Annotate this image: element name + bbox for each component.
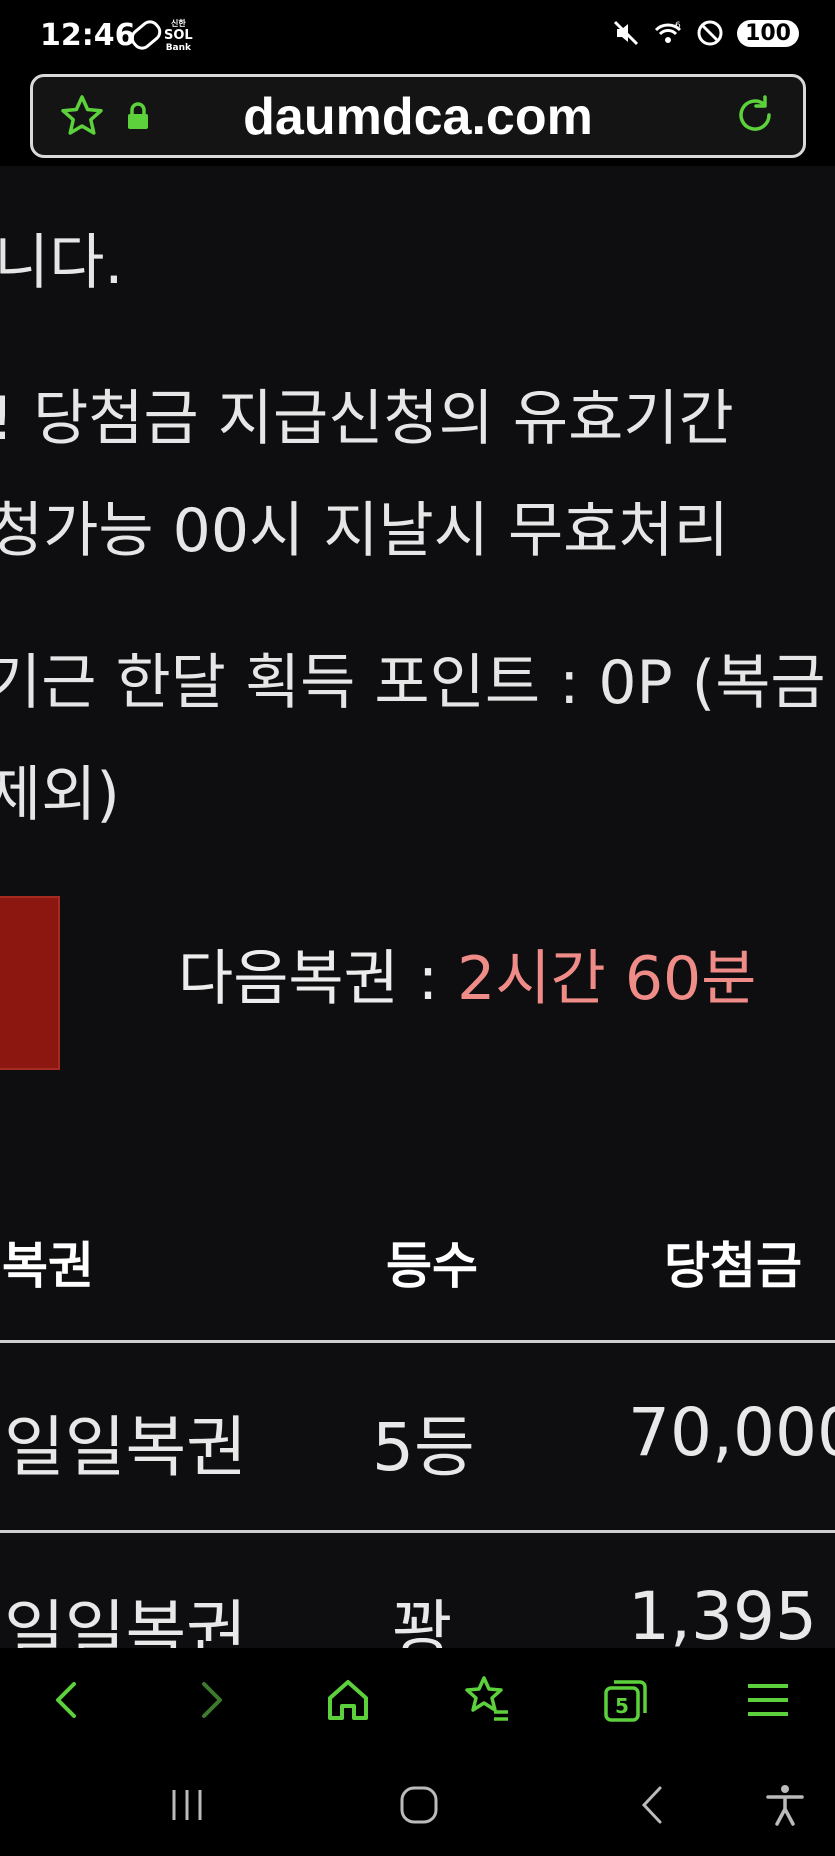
browser-address-bar: daumdca.com bbox=[0, 70, 835, 166]
next-lottery-label: 다음복권 : bbox=[178, 944, 458, 1014]
header-rank: 등수 bbox=[386, 1237, 478, 1295]
next-lottery: 다음복권 : 2시간 60분 bbox=[178, 930, 756, 1017]
notice-line-4: 기근 한달 획득 포인트 : 0P (복금 bbox=[0, 648, 826, 718]
accessibility-icon[interactable] bbox=[762, 1782, 808, 1828]
bookmarks-icon[interactable] bbox=[458, 1672, 514, 1728]
menu-icon[interactable] bbox=[740, 1672, 796, 1728]
back-icon[interactable] bbox=[40, 1672, 96, 1728]
row-lottery: 일일복권 bbox=[4, 1409, 247, 1486]
notice-line-3: 청가능 00시 지날시 무효처리 bbox=[0, 496, 729, 566]
status-time: 12:46 bbox=[40, 18, 136, 53]
row-prize: 1,395 P bbox=[628, 1578, 835, 1648]
row-rank: 5등 bbox=[372, 1409, 475, 1486]
row-rank: 꽝 bbox=[392, 1593, 453, 1648]
notice-line-2: ! 당첨금 지급신청의 유효기간 bbox=[0, 384, 734, 454]
mute-icon bbox=[614, 20, 639, 46]
status-bar: 12:46 신한 SOL Bank 6 100 bbox=[0, 0, 835, 70]
svg-text:5: 5 bbox=[615, 1694, 629, 1718]
notice-line-5: 제외) bbox=[0, 760, 120, 830]
wifi-icon: 6 bbox=[655, 21, 682, 43]
recent-apps-icon[interactable] bbox=[164, 1782, 210, 1828]
back-nav-icon[interactable] bbox=[630, 1782, 676, 1828]
svg-text:6: 6 bbox=[675, 21, 681, 31]
sol-bank-icon: 신한 SOL Bank bbox=[164, 19, 193, 53]
forward-icon[interactable] bbox=[182, 1672, 238, 1728]
tabs-icon[interactable]: 5 bbox=[598, 1672, 654, 1728]
row-lottery: 일일복권 bbox=[4, 1593, 247, 1648]
row-prize: 70,000 bbox=[628, 1394, 835, 1471]
next-lottery-timer: 2시간 60분 bbox=[457, 944, 757, 1014]
system-navigation-bar bbox=[0, 1752, 835, 1856]
battery-indicator: 100 bbox=[737, 19, 799, 47]
do-not-disturb-icon bbox=[697, 20, 723, 46]
header-lottery: 복권 bbox=[2, 1237, 94, 1295]
reload-icon[interactable] bbox=[731, 91, 779, 139]
browser-toolbar: 5 bbox=[0, 1648, 835, 1752]
lottery-button[interactable] bbox=[0, 896, 60, 1070]
home-icon[interactable] bbox=[320, 1672, 376, 1728]
notice-line-1: 니다. bbox=[0, 228, 124, 298]
table-divider bbox=[0, 1340, 835, 1343]
url-text: daumdca.com bbox=[243, 88, 593, 146]
page-content: 니다. ! 당첨금 지급신청의 유효기간 청가능 00시 지날시 무효처리 기근… bbox=[0, 166, 835, 1648]
header-prize: 당첨금 bbox=[664, 1237, 802, 1295]
table-divider bbox=[0, 1530, 835, 1533]
home-nav-icon[interactable] bbox=[396, 1782, 442, 1828]
url-field[interactable]: daumdca.com bbox=[30, 74, 806, 158]
